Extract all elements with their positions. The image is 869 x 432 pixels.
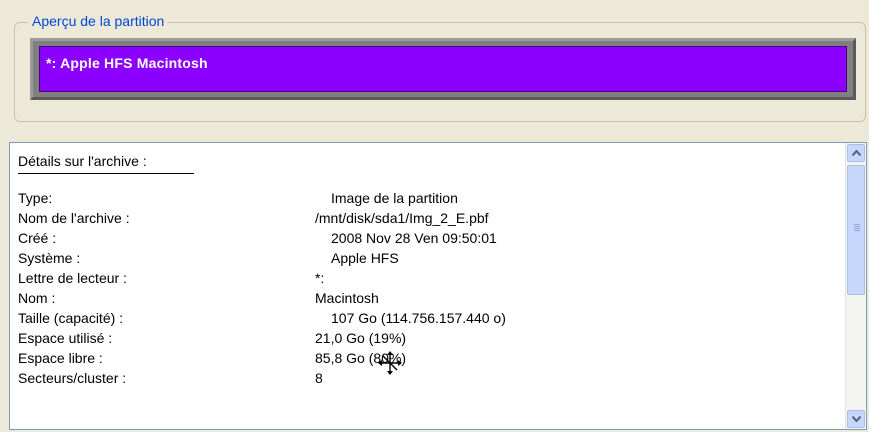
detail-row-capacity: Taille (capacité) : 107 Go (114.756.157.… <box>18 308 842 328</box>
detail-key: Nom : <box>18 290 56 306</box>
detail-row-system: Système : Apple HFS <box>18 248 842 268</box>
detail-value: 107 Go (114.756.157.440 o) <box>331 310 506 326</box>
detail-value: Apple HFS <box>331 250 399 266</box>
detail-key: Système : <box>18 250 81 266</box>
archive-details-heading: Détails sur l'archive : <box>18 153 147 169</box>
detail-key: Lettre de lecteur : <box>18 270 127 286</box>
heading-underline <box>18 173 194 174</box>
scrollbar-grip-icon <box>854 224 860 225</box>
archive-details-content: Détails sur l'archive : Type: Image de l… <box>18 151 842 425</box>
partition-map: *: Apple HFS Macintosh <box>30 38 856 100</box>
detail-key: Secteurs/cluster : <box>18 370 127 386</box>
detail-row-name: Nom : Macintosh <box>18 288 842 308</box>
arrow-down-icon <box>851 414 861 425</box>
detail-key: Nom de l'archive : <box>18 210 130 226</box>
detail-value: Macintosh <box>315 290 379 306</box>
partition-bar-macintosh[interactable]: *: Apple HFS Macintosh <box>39 46 847 92</box>
detail-value: 21,0 Go (19%) <box>315 330 407 346</box>
detail-key: Créé : <box>18 230 57 246</box>
detail-row-drive-letter: Lettre de lecteur : *: <box>18 268 842 288</box>
detail-row-used-space: Espace utilisé : 21,0 Go (19%) <box>18 328 842 348</box>
arrow-up-icon <box>851 148 861 159</box>
detail-key: Espace utilisé : <box>18 330 113 346</box>
vertical-scrollbar[interactable] <box>845 143 866 429</box>
detail-key: Type: <box>18 190 53 206</box>
detail-row-archive-name: Nom de l'archive : /mnt/disk/sda1/Img_2_… <box>18 208 842 228</box>
scrollbar-thumb[interactable] <box>847 165 865 295</box>
detail-value: /mnt/disk/sda1/Img_2_E.pbf <box>315 210 489 226</box>
detail-value: *: <box>315 270 325 286</box>
detail-value: 8 <box>315 370 323 386</box>
partition-preview-legend: Aperçu de la partition <box>28 11 169 31</box>
archive-details-panel[interactable]: Détails sur l'archive : Type: Image de l… <box>9 142 867 430</box>
detail-row-free-space: Espace libre : 85,8 Go (80%) <box>18 348 842 368</box>
window: Aperçu de la partition *: Apple HFS Maci… <box>0 0 869 432</box>
detail-key: Taille (capacité) : <box>18 310 124 326</box>
detail-row-created: Créé : 2008 Nov 28 Ven 09:50:01 <box>18 228 842 248</box>
move-cursor-icon <box>378 351 402 375</box>
partition-bar-label: *: Apple HFS Macintosh <box>46 55 208 71</box>
detail-value: Image de la partition <box>331 190 458 206</box>
scroll-down-button[interactable] <box>847 410 865 428</box>
detail-row-sectors-per-cluster: Secteurs/cluster : 8 <box>18 368 842 388</box>
detail-row-type: Type: Image de la partition <box>18 188 842 208</box>
detail-key: Espace libre : <box>18 350 103 366</box>
detail-value: 2008 Nov 28 Ven 09:50:01 <box>331 230 497 246</box>
scroll-up-button[interactable] <box>847 144 865 162</box>
